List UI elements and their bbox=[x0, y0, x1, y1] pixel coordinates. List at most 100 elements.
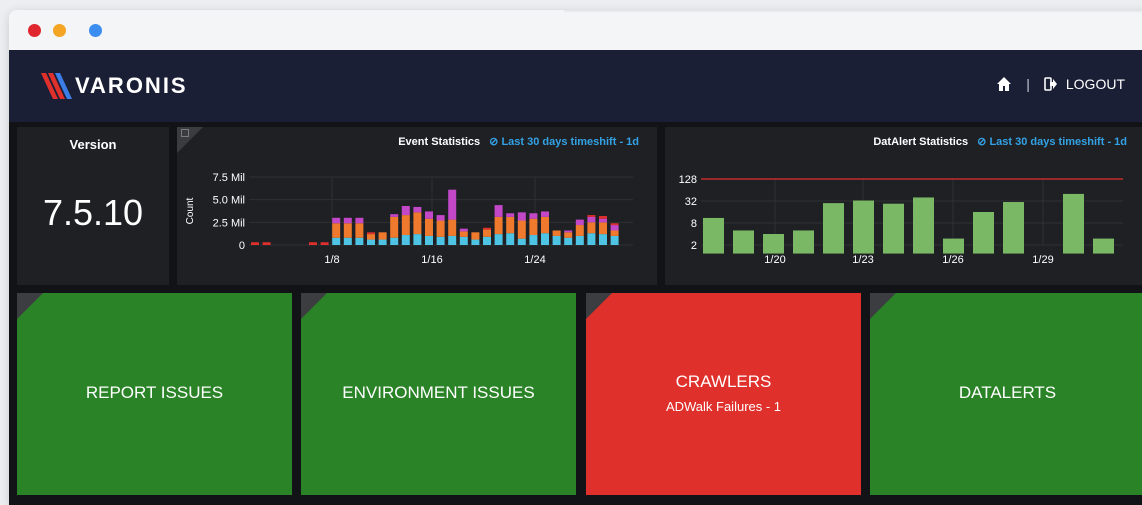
y-tick-label: 2 bbox=[691, 240, 697, 252]
bar bbox=[823, 203, 844, 254]
bar-segment bbox=[448, 235, 457, 245]
bar-segment bbox=[506, 213, 515, 217]
bar-segment bbox=[343, 223, 352, 238]
home-icon[interactable] bbox=[996, 76, 1012, 92]
x-tick-label: 1/24 bbox=[524, 254, 545, 266]
bar bbox=[853, 200, 874, 254]
y-tick-label: 2.5 Mil bbox=[213, 217, 245, 229]
bar-segment bbox=[413, 206, 422, 213]
bar bbox=[1093, 238, 1114, 254]
bar-segment bbox=[332, 237, 341, 245]
bar-segment bbox=[564, 230, 573, 233]
bar-segment bbox=[390, 216, 399, 238]
bar bbox=[703, 217, 724, 254]
bar-segment bbox=[575, 219, 584, 226]
x-tick-label: 1/20 bbox=[764, 254, 785, 266]
bar-segment bbox=[378, 232, 387, 240]
bar-segment bbox=[483, 227, 491, 230]
bar bbox=[883, 203, 904, 254]
bar-segment bbox=[355, 223, 364, 238]
bar bbox=[733, 230, 754, 254]
bar-segment bbox=[483, 229, 491, 237]
y-tick-label: 0 bbox=[239, 240, 245, 252]
bar-segment bbox=[517, 220, 526, 239]
bar-segment bbox=[459, 231, 468, 237]
environment-issues-tile[interactable]: ENVIRONMENT ISSUES bbox=[301, 293, 576, 495]
bar-segment bbox=[483, 236, 491, 245]
logo-text: VARONIS bbox=[75, 73, 188, 98]
bar-segment bbox=[367, 232, 375, 235]
bar-segment bbox=[599, 234, 607, 245]
bar-segment bbox=[575, 225, 584, 236]
bar-segment bbox=[529, 235, 538, 245]
logout-icon[interactable] bbox=[1044, 77, 1058, 91]
bar-segment bbox=[355, 237, 364, 245]
bar-segment bbox=[610, 230, 619, 236]
dashboard-app: VARONIS | LOGOUT Version 7.5.10 Event St… bbox=[9, 50, 1142, 505]
bar-segment bbox=[390, 237, 399, 245]
bar bbox=[1003, 202, 1024, 254]
bar-segment bbox=[332, 223, 341, 238]
bar-segment bbox=[343, 237, 352, 245]
bar-segment bbox=[262, 242, 271, 245]
bar-segment bbox=[506, 216, 515, 234]
bar-segment bbox=[587, 215, 596, 217]
bar-segment bbox=[448, 219, 457, 236]
report-issues-tile[interactable]: REPORT ISSUES bbox=[17, 293, 292, 495]
tile-link-corner[interactable] bbox=[586, 293, 612, 319]
bar-segment bbox=[343, 217, 352, 224]
bar-segment bbox=[367, 234, 375, 240]
bar-segment bbox=[390, 214, 399, 217]
y-axis-label: Count bbox=[185, 197, 196, 224]
tile-link-corner[interactable] bbox=[17, 293, 43, 319]
minimize-window-button[interactable] bbox=[53, 24, 66, 37]
bar-segment bbox=[413, 212, 422, 235]
bar-segment bbox=[436, 220, 445, 237]
bar-segment bbox=[541, 211, 549, 217]
window-titlebar bbox=[9, 10, 1142, 50]
datalert-statistics-chart: 2 8 32 128 1/20 1/23 1/26 1/29 bbox=[679, 174, 1123, 266]
bar-segment bbox=[552, 230, 561, 236]
bar-segment bbox=[587, 222, 596, 234]
maximize-window-button[interactable] bbox=[89, 24, 102, 37]
x-tick-label: 1/16 bbox=[421, 254, 442, 266]
bar-segment bbox=[459, 236, 468, 245]
navbar-actions: | LOGOUT bbox=[996, 76, 1125, 92]
bar-segment bbox=[517, 238, 526, 245]
bar-segment bbox=[599, 222, 607, 235]
y-tick-label: 8 bbox=[691, 218, 697, 230]
bar-segment bbox=[309, 242, 317, 245]
logout-link[interactable]: LOGOUT bbox=[1066, 76, 1125, 92]
bar-segment bbox=[401, 215, 410, 236]
top-navbar: VARONIS | LOGOUT bbox=[9, 50, 1142, 122]
bar-segment bbox=[564, 237, 573, 245]
bar-segment bbox=[459, 228, 468, 232]
x-tick-label: 1/26 bbox=[942, 254, 963, 266]
version-panel: Version 7.5.10 bbox=[17, 127, 169, 285]
y-tick-label: 5.0 Mil bbox=[213, 195, 245, 207]
bar-segment bbox=[320, 242, 329, 245]
bar-segment bbox=[541, 233, 549, 245]
tile-link-corner[interactable] bbox=[301, 293, 327, 319]
bar-segment bbox=[564, 232, 573, 238]
tile-link-corner[interactable] bbox=[870, 293, 896, 319]
bar-segment bbox=[506, 233, 515, 245]
crawlers-tile[interactable]: CRAWLERS ADWalk Failures - 1 bbox=[586, 293, 861, 495]
bar-segment bbox=[413, 234, 422, 245]
datalert-statistics-panel: DatAlert Statistics ⊘ Last 30 days times… bbox=[665, 127, 1142, 285]
tile-title: ENVIRONMENT ISSUES bbox=[342, 383, 535, 402]
bar-segment bbox=[541, 216, 549, 234]
varonis-logo[interactable]: VARONIS bbox=[41, 72, 188, 100]
x-tick-label: 1/23 bbox=[852, 254, 873, 266]
bar bbox=[973, 212, 994, 254]
bar-segment bbox=[552, 235, 561, 245]
bar-segment bbox=[471, 239, 480, 245]
bar-segment bbox=[401, 206, 410, 216]
datalerts-tile[interactable]: DATALERTS bbox=[870, 293, 1142, 495]
bar-segment bbox=[587, 233, 596, 245]
y-tick-label: 32 bbox=[685, 196, 697, 208]
bar-segment bbox=[425, 235, 433, 245]
window-divider bbox=[564, 10, 1142, 13]
varonis-logo-icon bbox=[41, 73, 72, 99]
close-window-button[interactable] bbox=[28, 24, 41, 37]
